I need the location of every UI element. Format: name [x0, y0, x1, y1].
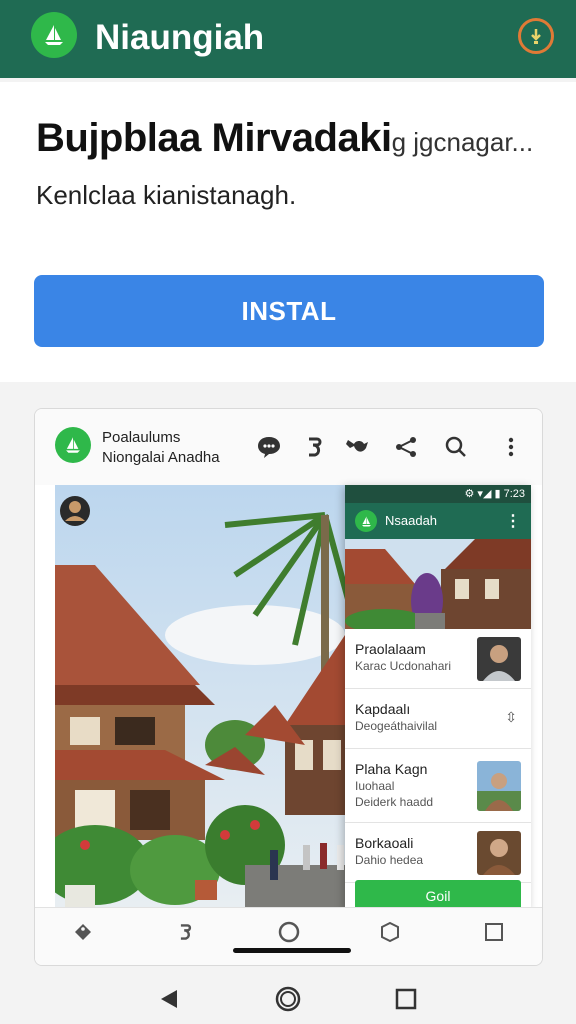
- system-nav-bar: [0, 972, 576, 1024]
- hook-icon[interactable]: [171, 918, 199, 946]
- home-circle-icon[interactable]: [275, 918, 303, 946]
- phone-action-button[interactable]: Goil: [355, 880, 521, 909]
- preview-logo-icon: [55, 427, 91, 463]
- square-icon[interactable]: [480, 918, 508, 946]
- app-heading: Bujpblaa Mirvadakig jgcnagar...: [36, 116, 534, 160]
- app-info-card: Bujpblaa Mirvadakig jgcnagar... Kenlclaa…: [0, 82, 576, 382]
- whale-icon[interactable]: [343, 433, 371, 461]
- back-icon[interactable]: [154, 984, 184, 1014]
- list-item[interactable]: Borkaoali Dahio hedea: [345, 823, 531, 883]
- phone-status-bar: ⚙ ▾◢ ▮ 7:23: [345, 485, 531, 503]
- phone-title: Nsaadah: [385, 513, 438, 528]
- person-thumbnail: [477, 831, 521, 875]
- list-item[interactable]: Kapdaalı Deogeáthaivilal ⇳: [345, 689, 531, 749]
- recents-icon[interactable]: [391, 984, 421, 1014]
- download-icon[interactable]: [518, 18, 554, 54]
- hexagon-icon[interactable]: [376, 918, 404, 946]
- app-heading-tail: g jgcnagar...: [391, 127, 534, 157]
- more-vert-icon[interactable]: [497, 433, 525, 461]
- list-item[interactable]: Plaha Kagn Iuohaal Deiderk haadd: [345, 749, 531, 823]
- preview-header: Poalaulums Niongalai Anadha: [35, 409, 542, 485]
- preview-nav-bar: [35, 907, 542, 965]
- phone-more-icon[interactable]: ⋮: [505, 511, 521, 531]
- preview-card[interactable]: Poalaulums Niongalai Anadha ⚙ ▾◢ ▮ 7:23 …: [34, 408, 543, 966]
- app-subtitle: Kenlclaa kianistanagh.: [36, 180, 297, 210]
- chat-icon[interactable]: [255, 433, 283, 461]
- phone-logo-icon: [355, 510, 377, 532]
- search-icon[interactable]: [442, 433, 470, 461]
- home-icon[interactable]: [273, 984, 303, 1014]
- person-thumbnail: [477, 761, 521, 811]
- phone-app-bar: Nsaadah ⋮: [345, 503, 531, 539]
- app-logo-icon: [31, 12, 77, 58]
- gesture-pill[interactable]: [233, 948, 351, 953]
- expand-arrows-icon[interactable]: ⇳: [505, 709, 517, 726]
- share-icon[interactable]: [392, 433, 420, 461]
- tag-icon[interactable]: [69, 918, 97, 946]
- preview-header-line1: Poalaulums: [102, 429, 181, 446]
- app-bar: Niaungiah: [0, 0, 576, 78]
- list-item[interactable]: Praolalaam Karac Ucdonahari: [345, 629, 531, 689]
- preview-header-line2: Niongalai Anadha: [102, 449, 220, 466]
- phone-header-photo: [345, 539, 531, 629]
- hook-icon[interactable]: [300, 433, 328, 461]
- install-button[interactable]: INSTAL: [34, 275, 544, 347]
- person-thumbnail: [477, 637, 521, 681]
- phone-screenshot: ⚙ ▾◢ ▮ 7:23 Nsaadah ⋮ Praolalaam Karac U…: [345, 485, 531, 909]
- phone-list: Praolalaam Karac Ucdonahari Kapdaalı Deo…: [345, 629, 531, 883]
- app-title: Niaungiah: [95, 18, 265, 57]
